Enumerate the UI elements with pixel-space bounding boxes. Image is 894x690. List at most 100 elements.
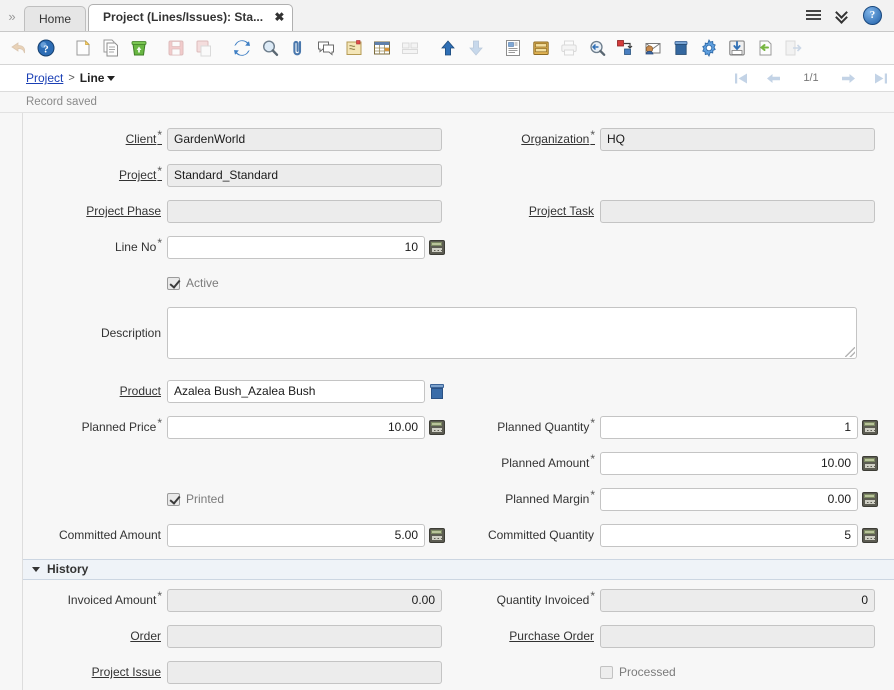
committed-amount-input[interactable]: 5.00: [167, 523, 425, 547]
field-client: Client* GardenWorld: [0, 127, 455, 151]
history-section-header[interactable]: History: [22, 559, 894, 580]
breadcrumb: Project > Line 1/1: [0, 65, 894, 92]
grid-toggle-button[interactable]: [368, 34, 396, 62]
required-marker: *: [157, 128, 162, 142]
print-button[interactable]: [555, 34, 583, 62]
form-area: Client* GardenWorld Organization* HQ Pro…: [0, 113, 894, 690]
product-info-button[interactable]: [667, 34, 695, 62]
parent-record-button[interactable]: [434, 34, 462, 62]
chevron-down-icon[interactable]: [107, 75, 116, 81]
postit-button[interactable]: [340, 34, 368, 62]
copy-record-button[interactable]: [97, 34, 125, 62]
line-no-calculator-button[interactable]: [427, 238, 446, 257]
planned-amount-input[interactable]: 10.00: [600, 451, 858, 475]
breadcrumb-separator: >: [68, 72, 75, 84]
export-button[interactable]: [723, 34, 751, 62]
field-invoiced-amount-label: Invoiced Amount*: [67, 589, 162, 607]
tab-project-lines-issues[interactable]: Project (Lines/Issues): Sta... ✖: [88, 4, 294, 31]
planned-quantity-input[interactable]: 1: [600, 415, 858, 439]
product-input[interactable]: Azalea Bush_Azalea Bush: [167, 379, 425, 403]
project-issue-input[interactable]: [167, 660, 442, 684]
breadcrumb-parent-link[interactable]: Project: [26, 71, 63, 85]
active-label: Active: [186, 276, 219, 290]
breadcrumb-current[interactable]: Line: [80, 71, 105, 85]
tab-home[interactable]: Home: [24, 6, 87, 31]
previous-record-button[interactable]: [765, 72, 782, 85]
form-row-invoiced: Invoiced Amount* 0.00 Quantity Invoiced*…: [0, 582, 894, 618]
organization-input[interactable]: HQ: [600, 127, 875, 151]
archive-button[interactable]: [527, 34, 555, 62]
purchase-order-input[interactable]: [600, 624, 875, 648]
product-lookup-button[interactable]: [427, 382, 446, 401]
last-record-button[interactable]: [873, 72, 888, 85]
committed-quantity-input[interactable]: 5: [600, 523, 858, 547]
workflow-button[interactable]: [611, 34, 639, 62]
tab-bar-expander-icon[interactable]: »: [0, 9, 24, 31]
attachment-button[interactable]: [284, 34, 312, 62]
undo-button[interactable]: [4, 34, 32, 62]
active-checkbox[interactable]: [167, 276, 180, 290]
help-button[interactable]: ?: [32, 34, 60, 62]
find-button[interactable]: [256, 34, 284, 62]
committed-quantity-calculator-button[interactable]: [860, 526, 879, 545]
close-icon[interactable]: ✖: [274, 5, 284, 30]
required-marker: *: [157, 416, 162, 430]
form-row-orders: Order Purchase Order: [0, 618, 894, 654]
double-chevron-down-icon[interactable]: [835, 10, 849, 22]
calculator-icon: [428, 419, 445, 435]
processed-label: Processed: [619, 665, 676, 679]
field-line-no-label: Line No*: [114, 236, 162, 254]
new-record-button[interactable]: [69, 34, 97, 62]
planned-price-input[interactable]: 10.00: [167, 415, 425, 439]
field-planned-margin-label: Planned Margin*: [505, 488, 595, 506]
save-button[interactable]: [162, 34, 190, 62]
form-row-committed: Committed Amount 5.00 Committed Quantity…: [0, 517, 894, 553]
required-marker: *: [590, 589, 595, 603]
planned-price-calculator-button[interactable]: [427, 418, 446, 437]
project-phase-input[interactable]: [167, 199, 442, 223]
zoom-across-button[interactable]: [583, 34, 611, 62]
exit-button[interactable]: [779, 34, 807, 62]
form-row-description: Description: [0, 301, 894, 373]
next-record-button[interactable]: [840, 72, 857, 85]
project-input[interactable]: Standard_Standard: [167, 163, 442, 187]
chat-button[interactable]: [312, 34, 340, 62]
project-line-form: Client* GardenWorld Organization* HQ Pro…: [0, 113, 894, 690]
section-collapse-icon[interactable]: [32, 567, 40, 572]
field-committed-amount: Committed Amount 5.00: [0, 523, 455, 547]
settings-button[interactable]: [695, 34, 723, 62]
printed-checkbox[interactable]: [167, 492, 180, 506]
report-button[interactable]: [499, 34, 527, 62]
quantity-invoiced-input[interactable]: 0: [600, 588, 875, 612]
multi-row-button[interactable]: [396, 34, 424, 62]
detail-record-button[interactable]: [462, 34, 490, 62]
order-input[interactable]: [167, 624, 442, 648]
request-button[interactable]: [639, 34, 667, 62]
planned-margin-input[interactable]: 0.00: [600, 487, 858, 511]
import-button[interactable]: [751, 34, 779, 62]
form-row-phase-task: Project Phase Project Task: [0, 193, 894, 229]
processed-checkbox[interactable]: [600, 665, 613, 679]
committed-amount-calculator-button[interactable]: [427, 526, 446, 545]
field-order-label: Order: [130, 629, 161, 643]
resize-grip-icon[interactable]: [845, 347, 855, 357]
refresh-button[interactable]: [228, 34, 256, 62]
form-row-planned-amount: Planned Amount* 10.00: [0, 445, 894, 481]
hamburger-menu-icon[interactable]: [806, 10, 821, 21]
save-copy-button[interactable]: [190, 34, 218, 62]
calculator-icon: [861, 527, 878, 543]
description-textarea[interactable]: [167, 307, 857, 359]
project-task-input[interactable]: [600, 199, 875, 223]
calculator-icon: [428, 527, 445, 543]
client-input[interactable]: GardenWorld: [167, 127, 442, 151]
line-no-input[interactable]: 10: [167, 235, 425, 259]
planned-quantity-calculator-button[interactable]: [860, 418, 879, 437]
invoiced-amount-input[interactable]: 0.00: [167, 588, 442, 612]
planned-margin-calculator-button[interactable]: [860, 490, 879, 509]
delete-record-button[interactable]: [125, 34, 153, 62]
help-icon[interactable]: ?: [863, 6, 882, 25]
field-printed: Printed: [0, 492, 455, 506]
first-record-button[interactable]: [734, 72, 749, 85]
form-row-project: Project* Standard_Standard: [0, 157, 894, 193]
planned-amount-calculator-button[interactable]: [860, 454, 879, 473]
